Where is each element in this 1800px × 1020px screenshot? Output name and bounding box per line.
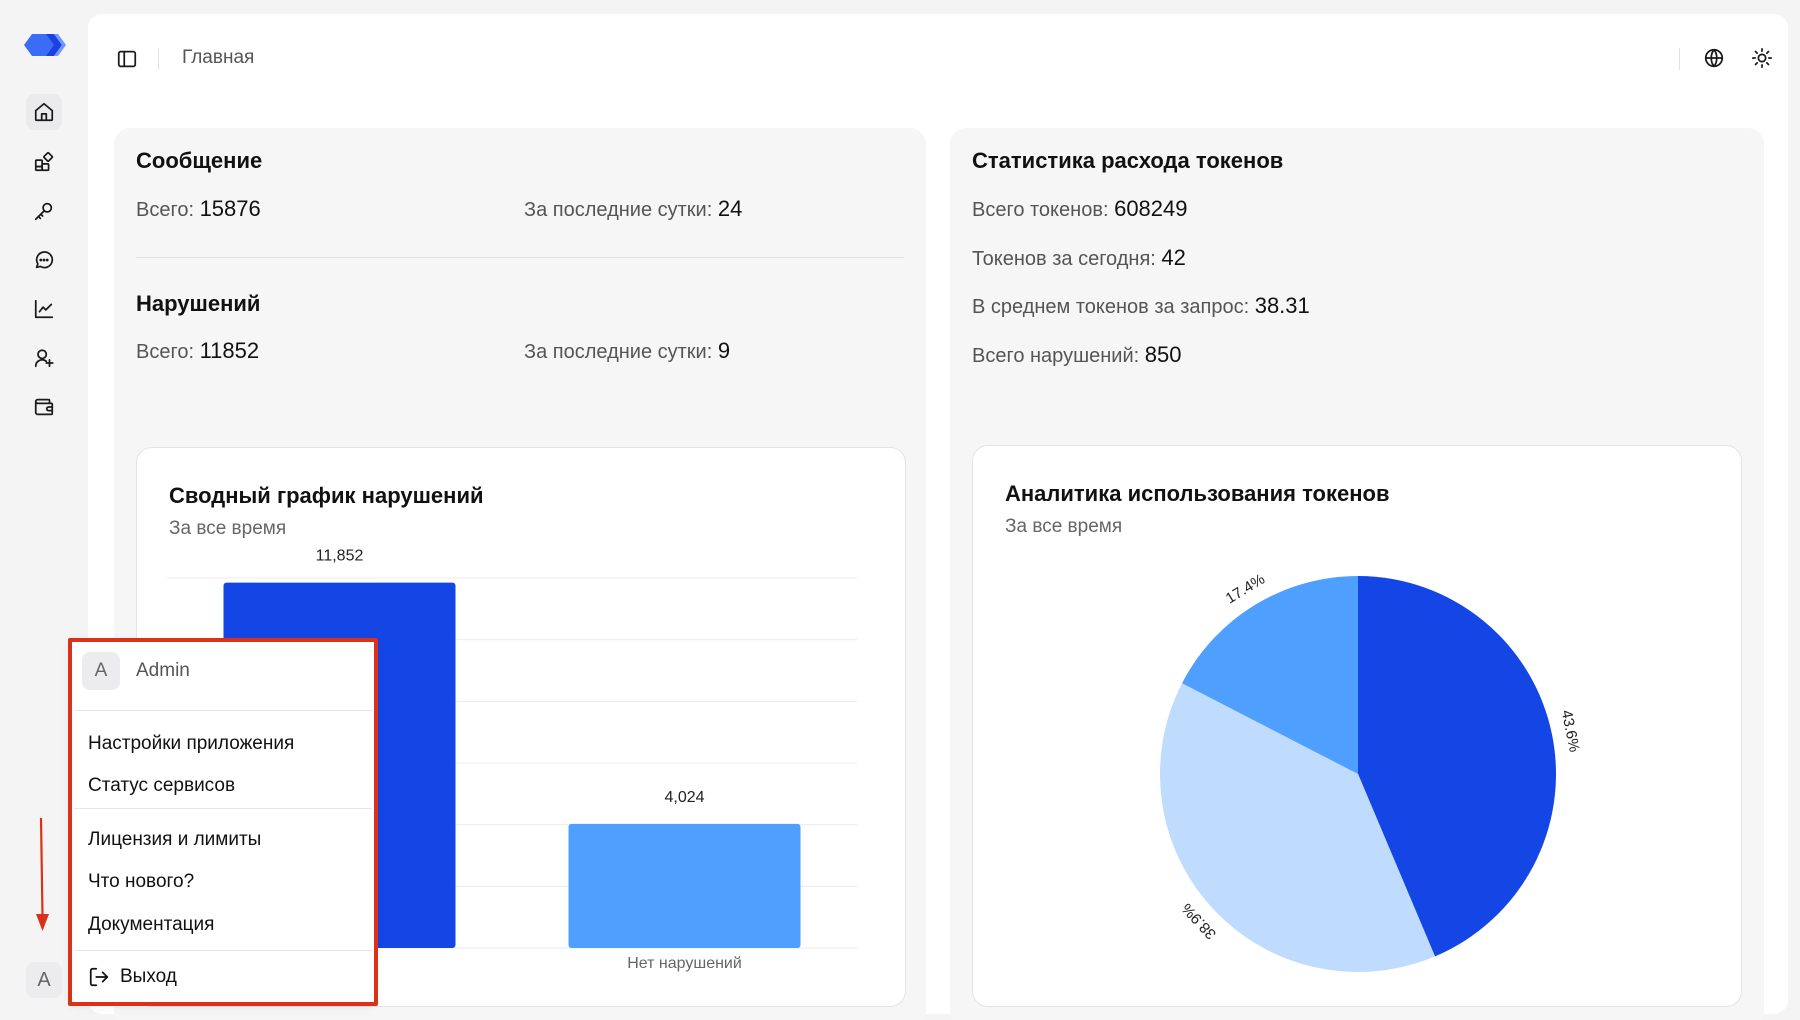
app-root: A Главная Сообщение Всего: 15876 За посл… <box>0 0 1800 1020</box>
bar[interactable] <box>568 823 801 948</box>
violations-title: Нарушений <box>136 291 261 316</box>
chart-line-icon <box>34 299 54 319</box>
logout-icon <box>89 967 109 987</box>
tokens-chart-card: Аналитика использования токенов За все в… <box>972 445 1742 1007</box>
user-plus-icon <box>34 349 54 368</box>
topbar-separator <box>1679 48 1680 70</box>
violations-total: Всего: 11852 <box>136 338 260 363</box>
violations-day: За последние сутки: 9 <box>524 338 731 363</box>
menu-item-whats-new[interactable]: Что нового? <box>88 871 194 893</box>
messages-total: Всего: 15876 <box>136 196 261 221</box>
sun-icon <box>1751 47 1773 69</box>
user-dropdown-menu: A Admin Настройки приложения Статус серв… <box>70 640 376 1004</box>
wallet-icon <box>34 398 54 416</box>
menu-user-header: A Admin <box>82 652 190 690</box>
bar-value-label: 4,024 <box>664 789 704 806</box>
apps-icon <box>34 151 54 172</box>
logout-label: Выход <box>120 966 177 987</box>
bar-value-label: 11,852 <box>316 548 364 565</box>
chat-icon <box>35 251 54 269</box>
key-icon <box>34 202 53 221</box>
menu-divider <box>74 808 372 809</box>
sidebar-item-wallet[interactable] <box>26 389 62 425</box>
tokens-title: Статистика расхода токенов <box>972 148 1284 173</box>
menu-item-app-settings[interactable]: Настройки приложения <box>88 733 294 755</box>
pie-chart: 43.6%38.9%17.4% <box>1160 571 1583 972</box>
globe-icon <box>1704 48 1724 68</box>
sidebar-item-apps[interactable] <box>26 144 62 180</box>
menu-item-license[interactable]: Лицензия и лимиты <box>88 829 261 851</box>
sidebar-item-chat[interactable] <box>26 242 62 278</box>
sidebar-item-analytics[interactable] <box>26 291 62 327</box>
sidebar-toggle-button[interactable] <box>114 46 140 72</box>
sidebar-item-users[interactable] <box>26 340 62 376</box>
avatar: A <box>82 652 120 690</box>
tokens-average: В среднем токенов за запрос: 38.31 <box>972 293 1310 318</box>
menu-divider <box>74 950 372 951</box>
annotation-arrow <box>36 818 49 931</box>
tokens-today: Токенов за сегодня: 42 <box>972 245 1186 270</box>
breadcrumb[interactable]: Главная <box>182 47 254 69</box>
menu-item-docs[interactable]: Документация <box>88 914 214 936</box>
bar-category-label: Нет нарушений <box>627 955 742 972</box>
pie-slice-label: 43.6% <box>1558 709 1583 754</box>
tokens-total: Всего токенов: 608249 <box>972 196 1188 221</box>
tokens-violations: Всего нарушений: 850 <box>972 342 1182 367</box>
topbar: Главная <box>88 14 1788 100</box>
menu-divider <box>74 710 372 711</box>
sidebar-item-keys[interactable] <box>26 193 62 229</box>
menu-username: Admin <box>136 660 190 681</box>
logo-icon[interactable] <box>20 30 68 60</box>
home-icon <box>34 102 54 122</box>
sidebar-item-home[interactable] <box>26 94 62 130</box>
topbar-separator <box>158 48 159 70</box>
tokens-card: Статистика расхода токенов Всего токенов… <box>950 128 1764 1020</box>
divider <box>136 257 904 258</box>
panel-left-icon <box>117 50 137 68</box>
messages-title: Сообщение <box>136 148 263 173</box>
menu-item-logout[interactable]: Выход <box>88 966 177 988</box>
language-button[interactable] <box>1700 44 1728 72</box>
theme-toggle-button[interactable] <box>1748 44 1776 72</box>
menu-item-service-status[interactable]: Статус сервисов <box>88 775 235 797</box>
messages-day: За последние сутки: 24 <box>524 196 743 221</box>
user-menu-button[interactable]: A <box>26 962 62 998</box>
